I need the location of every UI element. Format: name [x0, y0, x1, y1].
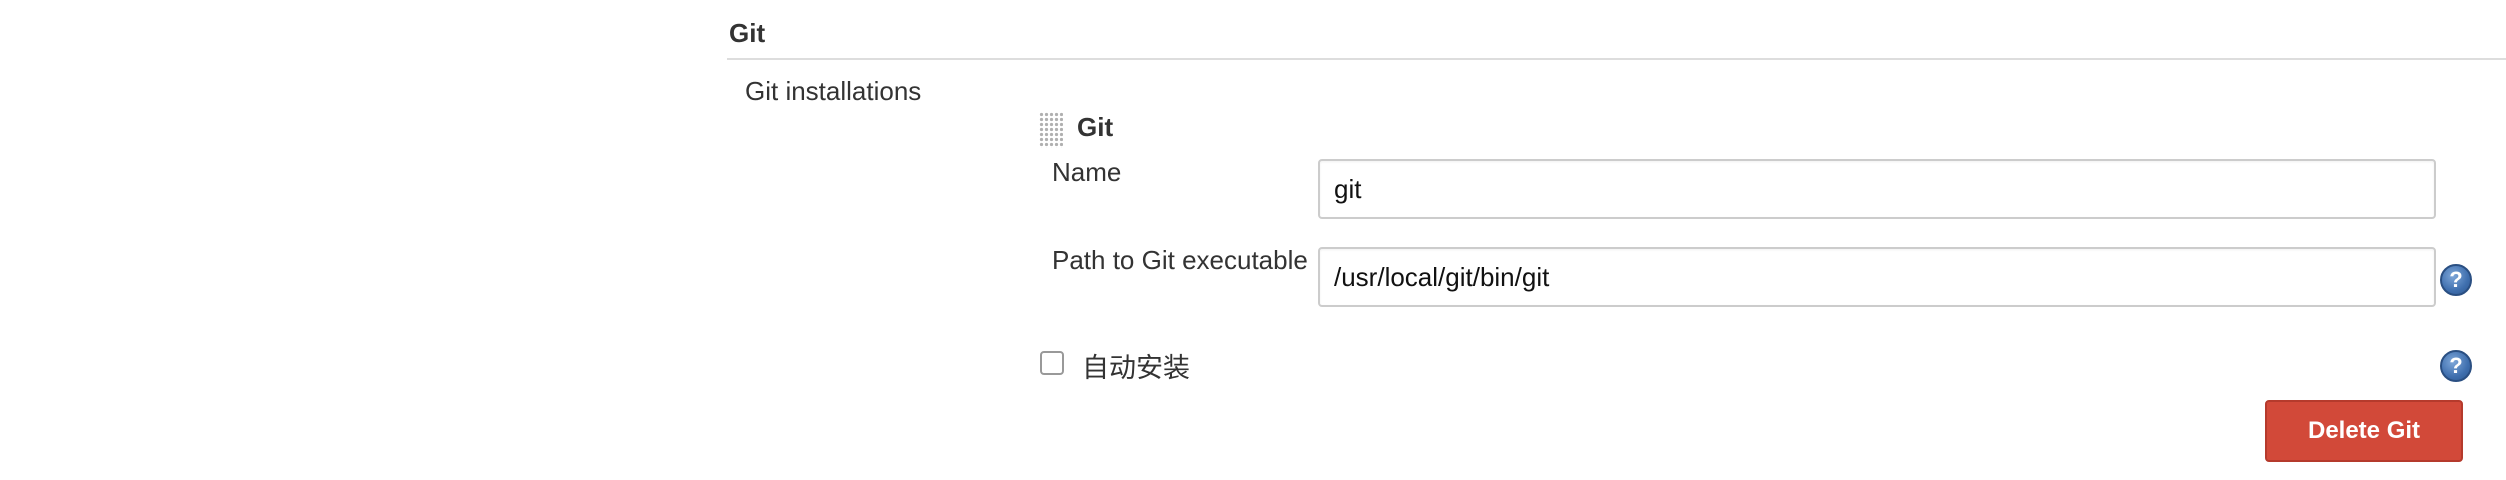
section-title: Git [729, 18, 766, 48]
auto-install-checkbox[interactable] [1040, 351, 1064, 375]
auto-install-help-icon[interactable]: ? [2440, 350, 2472, 382]
installation-item-title: Git [1077, 112, 1114, 142]
name-input[interactable] [1318, 159, 2436, 219]
delete-git-button[interactable]: Delete Git [2265, 400, 2463, 462]
auto-install-label: 自动安装 [1082, 353, 1190, 384]
drag-handle-icon[interactable] [1039, 112, 1063, 148]
path-field-label: Path to Git executable [1052, 245, 1308, 275]
path-to-git-executable-input[interactable] [1318, 247, 2436, 307]
git-config-page: Git Git installations Git Name Path to G… [0, 0, 2506, 480]
installations-label: Git installations [745, 76, 922, 106]
name-field-label: Name [1052, 157, 1122, 187]
path-help-icon[interactable]: ? [2440, 264, 2472, 296]
section-divider [727, 58, 2506, 60]
